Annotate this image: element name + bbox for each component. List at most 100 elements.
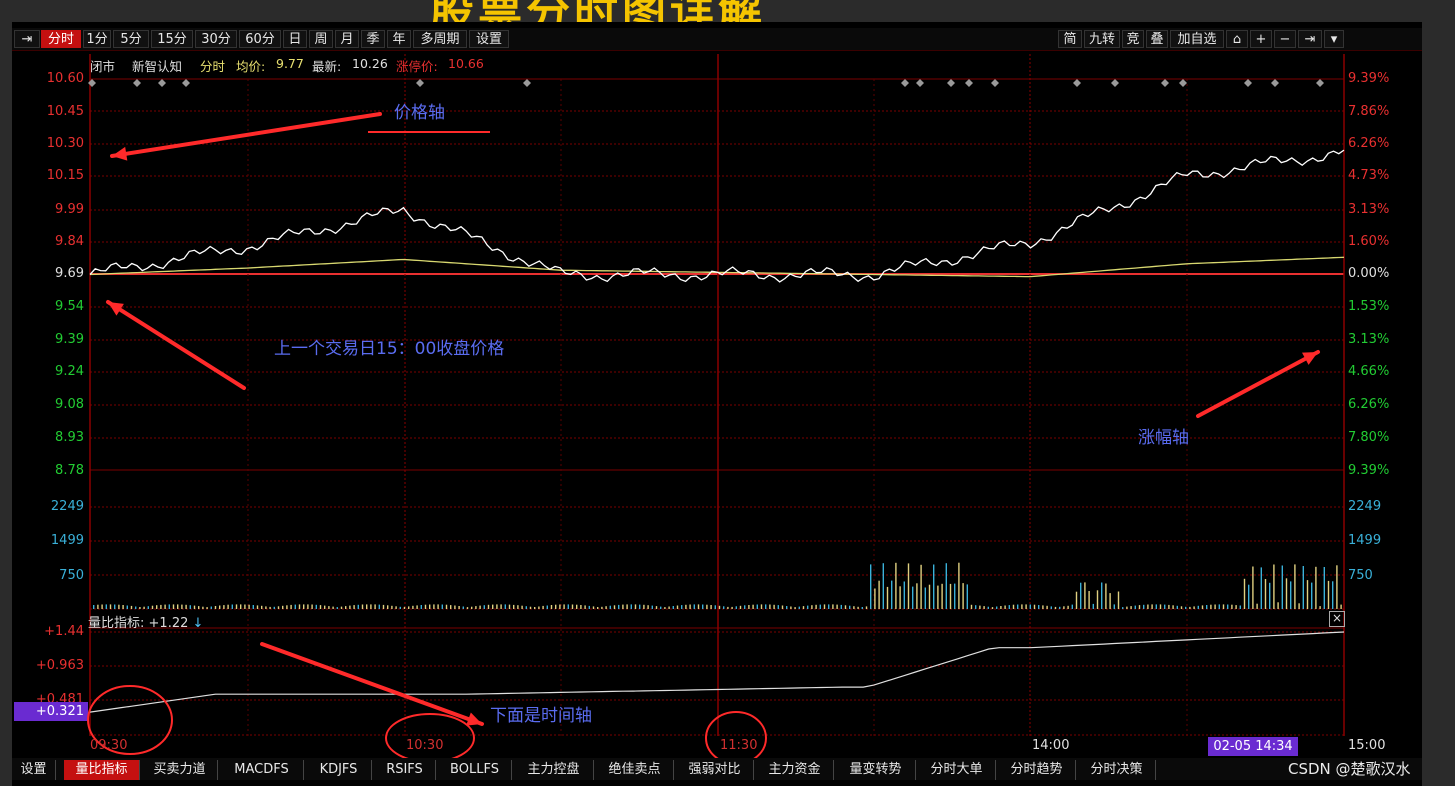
volume-bar <box>983 606 985 609</box>
time-tick: 11:30 <box>720 738 758 753</box>
volume-bar <box>710 605 712 609</box>
tab-kdjfs[interactable]: KDJFS <box>306 760 372 780</box>
tab-buy-sell-power[interactable]: 买卖力道 <box>142 760 218 780</box>
volume-bar <box>475 606 477 609</box>
volume-bar <box>697 604 700 609</box>
tab-best-sell[interactable]: 绝佳卖点 <box>596 760 674 780</box>
volume-bar <box>1021 604 1023 609</box>
volume-bar <box>1189 606 1191 609</box>
volume-bar <box>693 604 695 609</box>
tab-volume-ratio[interactable]: 量比指标 <box>64 760 140 780</box>
annotation-prev-close: 上一个交易日15：00收盘价格 <box>274 339 505 359</box>
volume-bar <box>508 604 511 609</box>
volume-bar <box>849 605 851 609</box>
volume-bar <box>1050 606 1052 609</box>
tab-main-control[interactable]: 主力控盘 <box>514 760 594 780</box>
event-marker-icon <box>133 79 141 87</box>
volume-bar <box>689 604 691 609</box>
volume-bar <box>563 604 565 609</box>
volume-bar <box>185 604 187 609</box>
volume-bar <box>126 605 128 609</box>
volume-bar <box>857 606 859 609</box>
volume-bar <box>450 605 452 609</box>
volume-bar <box>1092 603 1094 609</box>
volume-bar <box>1243 578 1246 609</box>
volume-bar <box>370 604 372 609</box>
tab-decision[interactable]: 分时决策 <box>1078 760 1156 780</box>
volume-bar <box>744 605 746 609</box>
volume-bar <box>1046 605 1048 609</box>
volume-bar <box>408 606 410 609</box>
volume-bar <box>181 604 183 609</box>
volume-bar <box>261 605 263 609</box>
volume-bar <box>1042 605 1044 609</box>
volume-bar <box>479 605 481 609</box>
close-icon[interactable]: × <box>1329 611 1345 627</box>
volume-bar <box>664 607 666 609</box>
volume-bar <box>802 606 805 609</box>
volume-bar <box>496 604 498 609</box>
indicator-value: +1.22 <box>148 616 189 631</box>
volume-bar <box>345 606 347 609</box>
annotation-price-axis: 价格轴 <box>394 103 445 123</box>
volume-bar <box>1315 566 1317 609</box>
tab-main-funds[interactable]: 主力资金 <box>756 760 834 780</box>
volume-bar <box>832 604 834 609</box>
tab-strength[interactable]: 强弱对比 <box>676 760 754 780</box>
volume-bar <box>580 605 582 609</box>
volume-bar <box>256 605 259 609</box>
volume-bar <box>685 604 687 609</box>
volume-bar <box>668 606 670 609</box>
volume-bar <box>975 605 977 609</box>
volume-bar <box>916 583 918 609</box>
volume-bar <box>1029 604 1031 609</box>
volume-bar <box>928 584 931 609</box>
volume-bar <box>382 604 385 609</box>
event-marker-icon <box>182 79 190 87</box>
volume-bar <box>1000 606 1002 609</box>
volume-bar <box>483 605 485 609</box>
volume-bar <box>920 564 922 609</box>
volume-bar <box>1155 604 1157 609</box>
volume-bar <box>542 605 544 609</box>
tab-trend[interactable]: 分时趋势 <box>998 760 1076 780</box>
indicator-name: 量比指标: <box>88 616 145 631</box>
volume-bar <box>1105 583 1107 609</box>
volume-bar <box>114 604 116 609</box>
volume-bar <box>1210 604 1212 609</box>
volume-bar <box>660 606 662 609</box>
volume-bar <box>1033 604 1036 609</box>
price-line <box>89 149 1345 283</box>
intraday-chart[interactable] <box>0 0 1455 786</box>
tab-bollfs[interactable]: BOLLFS <box>438 760 512 780</box>
volume-bar <box>618 604 620 609</box>
volume-bar <box>1122 607 1124 609</box>
volume-bar <box>651 605 653 609</box>
annotation-time-axis: 下面是时间轴 <box>490 706 592 726</box>
tab-big-orders[interactable]: 分时大单 <box>918 760 996 780</box>
volume-bar <box>1088 591 1090 609</box>
volume-bar <box>1248 584 1250 609</box>
tab-volume-turn[interactable]: 量变转势 <box>836 760 916 780</box>
volume-bar <box>1239 605 1241 609</box>
volume-bar <box>899 586 901 609</box>
volume-bar <box>525 606 527 609</box>
volume-bar <box>752 604 754 609</box>
volume-bar <box>714 605 716 609</box>
tab-macdfs[interactable]: MACDFS <box>220 760 304 780</box>
volume-bar <box>559 604 561 609</box>
volume-bar <box>1117 591 1120 609</box>
annotation-arrow <box>106 300 246 390</box>
volume-bar <box>903 581 905 609</box>
volume-bar <box>634 604 637 609</box>
tab-settings[interactable]: 设置 <box>12 760 56 780</box>
volume-bar <box>706 604 708 609</box>
volume-bar <box>147 606 149 609</box>
volume-bar <box>399 606 401 609</box>
tab-rsifs[interactable]: RSIFS <box>374 760 436 780</box>
volume-bar <box>647 605 649 609</box>
volume-bar <box>979 605 981 609</box>
volume-bar <box>252 605 254 609</box>
event-marker-icon <box>916 79 924 87</box>
volume-bar <box>1126 606 1128 609</box>
